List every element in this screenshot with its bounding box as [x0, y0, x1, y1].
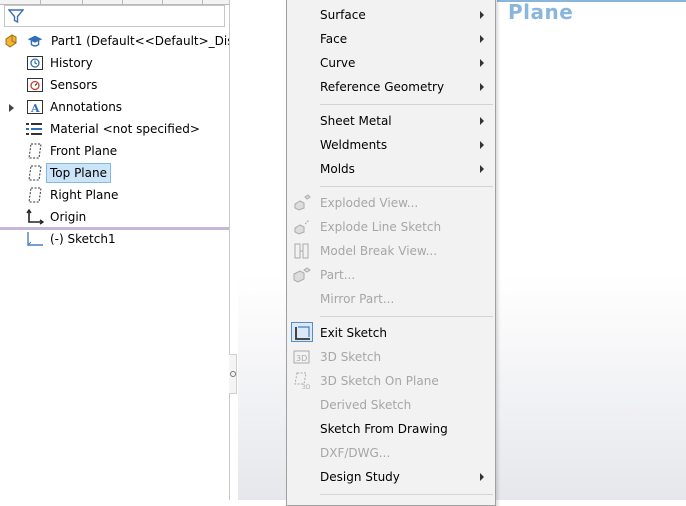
submenu-arrow-icon [480, 473, 484, 481]
annotations-icon: A [27, 100, 43, 115]
exploded-view-icon [294, 194, 311, 211]
svg-text:A: A [30, 102, 40, 115]
menu-item-exit-sketch[interactable]: Exit Sketch [287, 321, 495, 345]
explode-line-sketch-icon [294, 219, 310, 235]
menu-item-label: Curve [320, 56, 356, 70]
menu-item-label: Design Study [320, 470, 400, 484]
sensors-icon [27, 78, 43, 92]
submenu-arrow-icon [480, 59, 484, 67]
menu-item-design-study[interactable]: Design Study [287, 465, 495, 489]
plane-icon [28, 165, 42, 181]
menu-item-label: Model Break View... [320, 244, 438, 258]
sketch-icon [27, 232, 43, 246]
menu-item-label: Face [320, 32, 348, 46]
plane-icon [28, 143, 42, 159]
plane-name-label: Plane [508, 0, 574, 24]
menu-separator [320, 104, 493, 105]
tree-filter-bar[interactable] [4, 5, 225, 27]
menu-item-label: Mirror Part... [320, 292, 395, 306]
menu-item-reference-geometry[interactable]: Reference Geometry [287, 75, 495, 99]
submenu-arrow-icon [480, 141, 484, 149]
submenu-arrow-icon [480, 83, 484, 91]
menu-item-derived-sketch[interactable]: Derived Sketch [287, 393, 495, 417]
menu-item-surface[interactable]: Surface [287, 3, 495, 27]
menu-item-label: Exploded View... [320, 196, 419, 210]
menu-item-label: Sheet Metal [320, 114, 392, 128]
submenu-arrow-icon [480, 35, 484, 43]
tree-item-label: Origin [50, 210, 87, 224]
menu-item-label: Reference Geometry [320, 80, 445, 94]
panel-splitter-handle[interactable] [229, 354, 237, 394]
submenu-arrow-icon [480, 165, 484, 173]
menu-item-label: Weldments [320, 138, 388, 152]
svg-text:3D: 3D [302, 384, 311, 390]
context-menu: Surface Face Curve Reference Geometry Sh… [286, 0, 496, 506]
display-state-icon [27, 35, 43, 47]
menu-item-molds[interactable]: Molds [287, 157, 495, 181]
derived-part-icon [293, 267, 311, 283]
menu-separator [320, 316, 493, 317]
menu-item-sheet-metal[interactable]: Sheet Metal [287, 109, 495, 133]
menu-item-3d-sketch-on-plane[interactable]: 3D 3D Sketch On Plane [287, 369, 495, 393]
menu-item-mirror-part[interactable]: Mirror Part... [287, 287, 495, 311]
tree-item-label: (-) Sketch1 [50, 232, 116, 246]
menu-item-3d-sketch[interactable]: 3D 3D Sketch [287, 345, 495, 369]
menu-item-label: Sketch From Drawing [320, 422, 448, 436]
menu-item-label: DXF/DWG... [320, 446, 391, 460]
feature-manager-tree: Part1 (Default<<Default>_Display History… [0, 0, 230, 500]
part-icon [5, 34, 17, 48]
tree-item-label: Sensors [50, 78, 98, 92]
material-icon [26, 123, 42, 135]
exit-sketch-icon [295, 326, 310, 340]
menu-item-explode-line-sketch[interactable]: Explode Line Sketch [287, 215, 495, 239]
menu-item-model-break-view[interactable]: Model Break View... [287, 239, 495, 263]
tree-item-label: Right Plane [50, 188, 119, 202]
3d-sketch-icon: 3D [293, 350, 310, 364]
menu-item-label: Surface [320, 8, 366, 22]
menu-item-label: Exit Sketch [320, 326, 387, 340]
submenu-arrow-icon [480, 11, 484, 19]
menu-item-sketch-from-drawing[interactable]: Sketch From Drawing [287, 417, 495, 441]
model-break-view-icon [294, 243, 309, 259]
svg-text:3D: 3D [296, 354, 307, 363]
menu-item-exploded-view[interactable]: Exploded View... [287, 191, 495, 215]
tree-item-label: Material <not specified> [50, 122, 200, 136]
menu-item-weldments[interactable]: Weldments [287, 133, 495, 157]
submenu-arrow-icon [480, 117, 484, 125]
3d-sketch-on-plane-icon: 3D [294, 372, 311, 390]
menu-item-face[interactable]: Face [287, 27, 495, 51]
menu-item-label: Part... [320, 268, 356, 282]
tree-item-label: Top Plane [46, 163, 111, 183]
menu-item-dxf-dwg[interactable]: DXF/DWG... [287, 441, 495, 465]
menu-item-part[interactable]: Part... [287, 263, 495, 287]
history-icon [27, 56, 43, 70]
splitter-grip-icon [230, 371, 236, 377]
menu-item-label: Explode Line Sketch [320, 220, 442, 234]
tree-item-label: Front Plane [50, 144, 118, 158]
expand-arrow-icon[interactable] [9, 104, 14, 112]
tree-root-label: Part1 (Default<<Default>_Display [51, 34, 229, 48]
menu-item-label: 3D Sketch [320, 350, 382, 364]
menu-item-label: 3D Sketch On Plane [320, 374, 439, 388]
origin-icon [26, 209, 44, 225]
filter-icon[interactable] [8, 8, 24, 24]
menu-separator [320, 494, 493, 495]
tree-item-label: History [50, 56, 93, 70]
menu-item-label: Derived Sketch [320, 398, 412, 412]
plane-icon [28, 187, 42, 203]
menu-separator [320, 186, 493, 187]
tree-item-label: Annotations [50, 100, 123, 114]
menu-item-label: Molds [320, 162, 355, 176]
menu-item-curve[interactable]: Curve [287, 51, 495, 75]
